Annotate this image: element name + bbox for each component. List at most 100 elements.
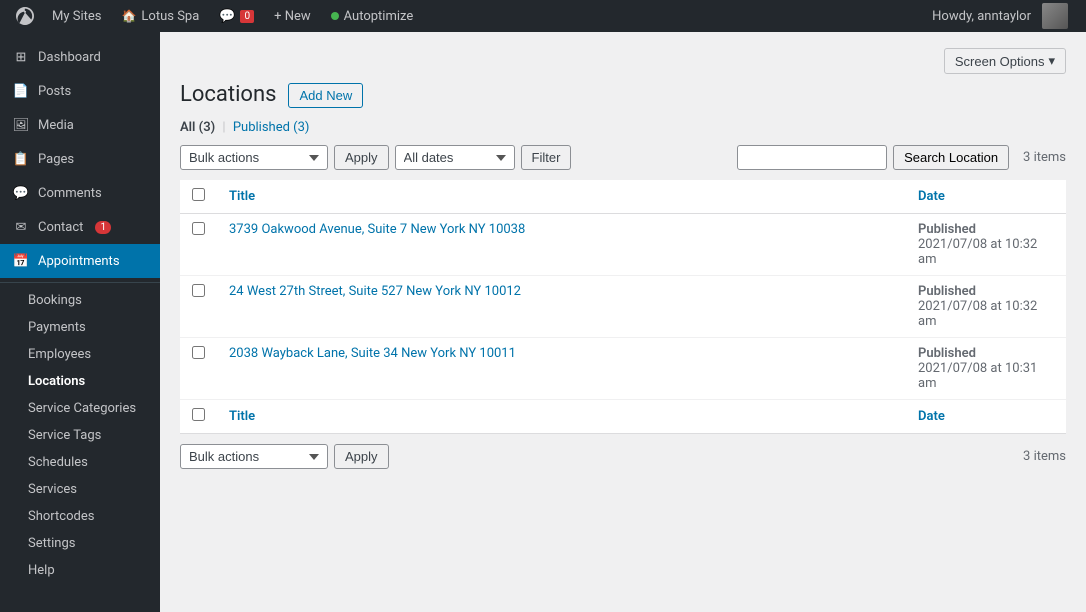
row-title-cell: 3739 Oakwood Avenue, Suite 7 New York NY…: [217, 214, 906, 276]
sidebar-item-schedules[interactable]: Schedules: [0, 449, 160, 476]
search-input[interactable]: [737, 145, 887, 170]
items-count-bottom: 3 items: [1023, 449, 1066, 464]
autoptimize-menu[interactable]: Autoptimize: [321, 0, 424, 32]
main-content: Screen Options ▾ Locations Add New All (…: [160, 32, 1086, 612]
location-title-link[interactable]: 2038 Wayback Lane, Suite 34 New York NY …: [229, 346, 516, 361]
add-new-button[interactable]: Add New: [288, 83, 363, 108]
row-status: Published: [918, 346, 1054, 361]
sidebar-item-payments[interactable]: Payments: [0, 314, 160, 341]
media-icon: 🖼: [12, 116, 30, 134]
row-checkbox[interactable]: [192, 222, 205, 235]
sidebar-item-help[interactable]: Help: [0, 557, 160, 584]
sidebar-item-pages[interactable]: 📋 Pages: [0, 142, 160, 176]
wp-logo[interactable]: [8, 0, 42, 32]
posts-icon: 📄: [12, 82, 30, 100]
filter-sep: |: [222, 120, 225, 135]
select-all-footer-checkbox[interactable]: [192, 408, 205, 421]
search-area: Search Location 3 items: [737, 145, 1066, 170]
row-checkbox-cell: [180, 214, 217, 276]
row-status: Published: [918, 222, 1054, 237]
sidebar-item-bookings[interactable]: Bookings: [0, 287, 160, 314]
filter-button[interactable]: Filter: [521, 145, 572, 170]
row-checkbox-cell: [180, 338, 217, 400]
comments-menu[interactable]: 💬 0: [209, 0, 264, 32]
screen-options-label: Screen Options: [955, 54, 1045, 69]
new-content-menu[interactable]: + New: [264, 0, 321, 32]
title-sort-link[interactable]: Title: [229, 189, 255, 204]
sidebar-item-contact[interactable]: ✉ Contact 1: [0, 210, 160, 244]
bulk-actions-select-top[interactable]: Bulk actions: [180, 145, 328, 170]
row-checkbox[interactable]: [192, 284, 205, 297]
locations-table: Title Date 3739 Oakwood Avenue, Suite 7 …: [180, 180, 1066, 434]
items-count-label: 3 items: [1023, 150, 1066, 165]
sidebar-item-label: Posts: [38, 84, 71, 99]
row-date-cell: Published 2021/07/08 at 10:31 am: [906, 338, 1066, 400]
row-checkbox-cell: [180, 276, 217, 338]
table-row: 2038 Wayback Lane, Suite 34 New York NY …: [180, 338, 1066, 400]
site-name-menu[interactable]: 🏠 Lotus Spa: [111, 0, 209, 32]
search-button[interactable]: Search Location: [893, 145, 1009, 170]
contact-badge: 1: [95, 221, 111, 234]
sidebar-item-service-tags[interactable]: Service Tags: [0, 422, 160, 449]
date-sort-link[interactable]: Date: [918, 189, 945, 204]
date-filter-select[interactable]: All dates: [395, 145, 515, 170]
apply-button-bottom[interactable]: Apply: [334, 444, 389, 469]
my-sites-menu[interactable]: My Sites: [42, 0, 111, 32]
sidebar-item-appointments[interactable]: 📅 Appointments: [0, 244, 160, 278]
date-footer-sort-link[interactable]: Date: [918, 409, 945, 424]
select-all-footer-column-header: [180, 400, 217, 434]
adminbar-right: Howdy, anntaylor: [922, 0, 1078, 32]
appointments-icon: 📅: [12, 252, 30, 270]
screen-options-chevron-icon: ▾: [1048, 53, 1055, 69]
sidebar-item-employees[interactable]: Employees: [0, 341, 160, 368]
new-label: + New: [274, 9, 311, 24]
table-row: 3739 Oakwood Avenue, Suite 7 New York NY…: [180, 214, 1066, 276]
filter-published[interactable]: Published (3): [233, 120, 310, 135]
sidebar-item-locations[interactable]: Locations: [0, 368, 160, 395]
row-title-cell: 24 West 27th Street, Suite 527 New York …: [217, 276, 906, 338]
sidebar-item-label: Appointments: [38, 254, 120, 269]
top-toolbar: Bulk actions Apply All dates Filter Sear…: [180, 145, 1066, 170]
avatar: [1042, 3, 1068, 29]
screen-options-area: Screen Options ▾: [180, 48, 1066, 74]
apply-button-top[interactable]: Apply: [334, 145, 389, 170]
sidebar-item-media[interactable]: 🖼 Media: [0, 108, 160, 142]
filter-all[interactable]: All (3): [180, 120, 218, 135]
bottom-toolbar: Bulk actions Apply 3 items: [180, 444, 1066, 469]
admin-bar: My Sites 🏠 Lotus Spa 💬 0 + New Autoptimi…: [0, 0, 1086, 32]
select-all-checkbox[interactable]: [192, 188, 205, 201]
user-menu[interactable]: Howdy, anntaylor: [922, 0, 1078, 32]
bulk-actions-select-bottom[interactable]: Bulk actions: [180, 444, 328, 469]
menu-separator: [0, 282, 160, 283]
page-title: Locations: [180, 82, 276, 108]
date-column-header: Date: [906, 180, 1066, 214]
row-checkbox[interactable]: [192, 346, 205, 359]
sidebar-item-services[interactable]: Services: [0, 476, 160, 503]
row-date-cell: Published 2021/07/08 at 10:32 am: [906, 214, 1066, 276]
howdy-text: Howdy, anntaylor: [932, 9, 1031, 24]
pages-icon: 📋: [12, 150, 30, 168]
sidebar-item-label: Comments: [38, 186, 102, 201]
select-all-column-header: [180, 180, 217, 214]
sidebar-item-service-categories[interactable]: Service Categories: [0, 395, 160, 422]
sidebar-item-settings[interactable]: Settings: [0, 530, 160, 557]
screen-options-button[interactable]: Screen Options ▾: [944, 48, 1066, 74]
row-date: 2021/07/08 at 10:31 am: [918, 361, 1054, 391]
row-status: Published: [918, 284, 1054, 299]
sidebar-item-dashboard[interactable]: ⊞ Dashboard: [0, 40, 160, 74]
layout: ⊞ Dashboard 📄 Posts 🖼 Media 📋 Pages 💬 Co…: [0, 32, 1086, 612]
sidebar-item-comments[interactable]: 💬 Comments: [0, 176, 160, 210]
row-date: 2021/07/08 at 10:32 am: [918, 237, 1054, 267]
title-footer-sort-link[interactable]: Title: [229, 409, 255, 424]
location-title-link[interactable]: 3739 Oakwood Avenue, Suite 7 New York NY…: [229, 222, 525, 237]
sidebar-item-shortcodes[interactable]: Shortcodes: [0, 503, 160, 530]
page-header: Locations Add New: [180, 82, 1066, 108]
sidebar-item-label: Dashboard: [38, 50, 101, 65]
title-column-header: Title: [217, 180, 906, 214]
location-title-link[interactable]: 24 West 27th Street, Suite 527 New York …: [229, 284, 521, 299]
sidebar-item-label: Pages: [38, 152, 74, 167]
title-footer-column-header: Title: [217, 400, 906, 434]
sidebar-item-posts[interactable]: 📄 Posts: [0, 74, 160, 108]
comments-icon: 💬: [219, 9, 235, 24]
filter-links: All (3) | Published (3): [180, 120, 1066, 135]
